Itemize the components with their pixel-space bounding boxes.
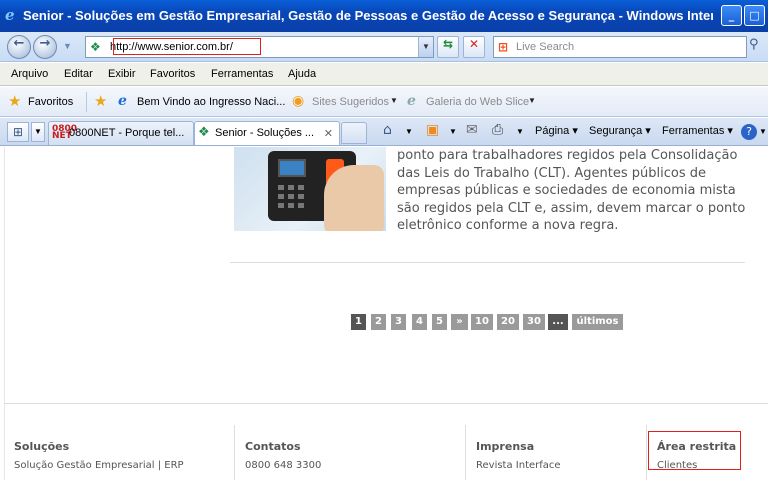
article-text: ponto para trabalhadores regidos pela Co… <box>397 148 746 233</box>
quick-tabs-button[interactable]: ⊞ <box>7 122 29 142</box>
page-1-link[interactable]: 1 <box>351 314 366 330</box>
divider <box>234 425 235 480</box>
recent-pages-dropdown[interactable]: ▼ <box>63 41 72 51</box>
grid-icon: ⊞ <box>12 125 24 139</box>
last-page-link[interactable]: últimos » <box>572 314 623 343</box>
favorite-link-sites-sugeridos[interactable]: Sites Sugeridos <box>312 96 389 108</box>
mail-icon[interactable]: ✉ <box>466 122 478 138</box>
page-5-link[interactable]: 5 <box>432 314 447 330</box>
window-title: Senior - Soluções em Gestão Empresarial,… <box>23 8 713 23</box>
forward-button[interactable]: → <box>33 35 57 59</box>
ie-logo-icon: e <box>5 6 15 24</box>
web-page: ponto para trabalhadores regidos pela Co… <box>0 147 768 480</box>
ie-page-icon: e <box>407 93 416 109</box>
divider <box>230 262 745 263</box>
divider <box>4 403 768 404</box>
tools-menu[interactable]: Ferramentas ▾ <box>662 124 733 137</box>
chevron-down-icon[interactable]: ▼ <box>449 127 457 136</box>
tab-label: Senior - Soluções ... <box>215 127 315 139</box>
url-highlight-box <box>113 38 261 55</box>
menu-ajuda[interactable]: Ajuda <box>288 68 316 80</box>
footer-link-erp[interactable]: Solução Gestão Empresarial | ERP <box>14 460 184 471</box>
maximize-button[interactable]: □ <box>744 5 765 26</box>
back-button[interactable]: ← <box>7 35 31 59</box>
footer-heading-imprensa: Imprensa <box>476 440 535 453</box>
print-icon[interactable]: ⎙ <box>492 122 503 138</box>
divider <box>86 92 87 112</box>
menu-bar: Arquivo Editar Exibir Favoritos Ferramen… <box>0 63 768 86</box>
page-2-link[interactable]: 2 <box>371 314 386 330</box>
chevron-down-icon[interactable]: ▼ <box>759 127 767 136</box>
restricted-area-highlight-box <box>648 431 741 470</box>
home-icon[interactable]: ⌂ <box>383 122 392 138</box>
footer-heading-contatos: Contatos <box>245 440 301 453</box>
page-30-link[interactable]: 30 <box>523 314 545 330</box>
footer-phone[interactable]: 0800 648 3300 <box>245 460 321 471</box>
address-toolbar: ← → ▼ ❖ http://www.senior.com.br/ ▼ ⇆ ✕ … <box>0 32 768 62</box>
menu-ferramentas[interactable]: Ferramentas <box>211 68 273 80</box>
favorite-link-web-slice[interactable]: Galeria do Web Slice <box>426 96 529 108</box>
favorite-link-ingresso[interactable]: Bem Vindo ao Ingresso Naci... <box>137 96 285 108</box>
chevron-down-icon[interactable]: ▼ <box>528 96 536 105</box>
chevron-down-icon[interactable]: ▼ <box>390 96 398 105</box>
tab-bar: ⊞ ▼ 0800 NET 0800NET - Porque tel... ❖ Se… <box>0 118 768 146</box>
search-icon[interactable]: ⚲ <box>749 37 767 57</box>
senior-logo-icon: ❖ <box>90 40 101 54</box>
ie-page-icon: e <box>118 93 127 109</box>
minimize-button[interactable]: _ <box>721 5 742 26</box>
senior-logo-icon: ❖ <box>198 125 210 140</box>
rss-feed-icon[interactable]: ▣ <box>426 122 439 138</box>
page-3-link[interactable]: 3 <box>391 314 406 330</box>
menu-exibir[interactable]: Exibir <box>108 68 136 80</box>
arrow-left-icon: ← <box>13 36 25 51</box>
tab-list-dropdown[interactable]: ▼ <box>31 122 45 142</box>
close-tab-icon[interactable]: ✕ <box>324 127 333 140</box>
menu-editar[interactable]: Editar <box>64 68 93 80</box>
divider <box>646 425 647 480</box>
refresh-button[interactable]: ⇆ <box>437 36 459 58</box>
footer-link-revista[interactable]: Revista Interface <box>476 460 561 471</box>
arrow-right-icon: → <box>39 36 51 51</box>
ellipsis: ... <box>548 314 568 330</box>
address-dropdown-button[interactable]: ▼ <box>418 37 433 57</box>
safety-menu[interactable]: Segurança ▾ <box>589 124 651 137</box>
chevron-down-icon[interactable]: ▼ <box>405 127 413 136</box>
footer-heading-solucoes: Soluções <box>14 440 70 453</box>
help-icon[interactable]: ? <box>741 124 757 140</box>
add-favorite-icon[interactable]: ★ <box>94 92 107 110</box>
tab-0800net[interactable]: 0800 NET 0800NET - Porque tel... <box>48 121 194 145</box>
next-page-link[interactable]: » <box>451 314 468 330</box>
search-box[interactable]: ⊞ Live Search <box>493 36 747 58</box>
time-clock-photo <box>234 147 386 231</box>
address-bar[interactable]: ❖ http://www.senior.com.br/ ▼ <box>85 36 434 58</box>
suggested-sites-icon: ◉ <box>292 93 305 109</box>
divider <box>4 147 5 480</box>
page-4-link[interactable]: 4 <box>412 314 427 330</box>
close-icon: ✕ <box>468 37 480 51</box>
new-tab-button[interactable] <box>341 122 367 144</box>
menu-favoritos[interactable]: Favoritos <box>150 68 195 80</box>
favorites-star-icon: ★ <box>8 92 22 110</box>
tab-label: 0800NET - Porque tel... <box>69 127 185 139</box>
windows-live-icon: ⊞ <box>498 40 509 54</box>
chevron-down-icon[interactable]: ▼ <box>516 127 524 136</box>
page-menu[interactable]: Página ▾ <box>535 124 578 137</box>
page-20-link[interactable]: 20 <box>497 314 519 330</box>
divider <box>465 425 466 480</box>
favorites-bar: ★ Favoritos ★ e Bem Vindo ao Ingresso Na… <box>0 87 768 117</box>
tab-senior[interactable]: ❖ Senior - Soluções ... ✕ <box>194 121 340 145</box>
stop-button[interactable]: ✕ <box>463 36 485 58</box>
page-10-link[interactable]: 10 <box>471 314 493 330</box>
menu-arquivo[interactable]: Arquivo <box>11 68 48 80</box>
window-titlebar[interactable]: e Senior - Soluções em Gestão Empresaria… <box>0 0 768 32</box>
favorites-button[interactable]: Favoritos <box>28 96 73 108</box>
search-input[interactable]: Live Search <box>516 41 574 53</box>
refresh-icon: ⇆ <box>442 37 454 51</box>
